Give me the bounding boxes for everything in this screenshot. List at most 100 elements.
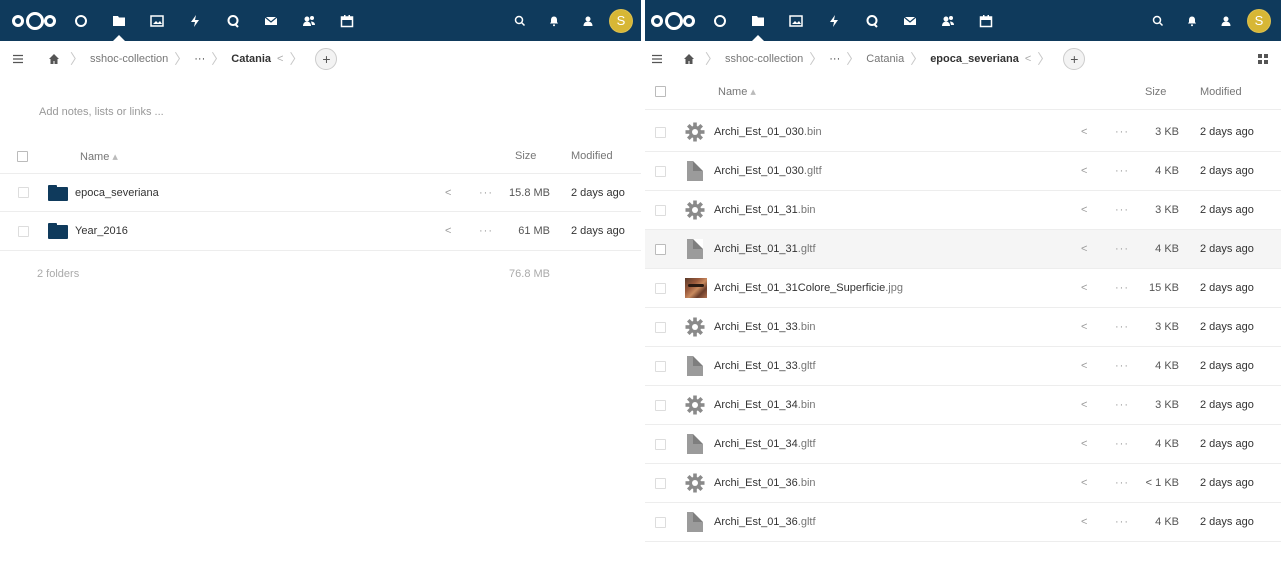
table-row[interactable]: Archi_Est_01_31.bin < ··· 3 KB 2 days ago — [645, 191, 1281, 230]
share-icon[interactable]: < — [1081, 165, 1087, 177]
row-checkbox[interactable] — [18, 225, 29, 237]
table-row[interactable]: Archi_Est_01_030.bin < ··· 3 KB 2 days ago — [645, 113, 1281, 152]
sort-by-name[interactable]: Name ▴ — [718, 85, 756, 98]
more-actions-icon[interactable]: ··· — [1115, 477, 1129, 489]
row-checkbox[interactable] — [655, 399, 666, 411]
table-row[interactable]: Archi_Est_01_36.bin < ··· < 1 KB 2 days ago — [645, 464, 1281, 503]
table-row[interactable]: Archi_Est_01_31.gltf < ··· 4 KB 2 days ago — [645, 230, 1281, 269]
table-row[interactable]: Archi_Est_01_34.bin < ··· 3 KB 2 days ago — [645, 386, 1281, 425]
share-icon[interactable]: < — [1081, 438, 1087, 450]
row-checkbox[interactable] — [655, 243, 666, 255]
activity-icon[interactable] — [815, 0, 853, 41]
file-name[interactable]: Archi_Est_01_34.bin — [714, 399, 816, 411]
calendar-icon[interactable] — [328, 0, 366, 41]
breadcrumb-sshoc-collection[interactable]: sshoc-collection — [90, 53, 168, 65]
home-icon[interactable] — [40, 53, 68, 65]
more-actions-icon[interactable]: ··· — [1115, 516, 1129, 528]
nextcloud-logo[interactable] — [651, 11, 695, 31]
search-icon[interactable] — [1141, 0, 1175, 41]
notifications-bell-icon[interactable] — [537, 0, 571, 41]
more-actions-icon[interactable]: ··· — [1115, 243, 1129, 255]
more-actions-icon[interactable]: ··· — [479, 225, 493, 237]
share-icon[interactable]: < — [445, 187, 451, 199]
file-name[interactable]: Archi_Est_01_36.bin — [714, 477, 816, 489]
talk-icon[interactable] — [853, 0, 891, 41]
more-actions-icon[interactable]: ··· — [1115, 204, 1129, 216]
row-checkbox[interactable] — [655, 438, 666, 450]
menu-hamburger-icon[interactable] — [645, 53, 671, 65]
share-icon[interactable]: < — [1081, 282, 1087, 294]
share-icon[interactable]: < — [1081, 204, 1087, 216]
table-row[interactable]: epoca_severiana < ··· 15.8 MB 2 days ago — [0, 173, 641, 212]
row-checkbox[interactable] — [655, 360, 666, 372]
sort-by-modified[interactable]: Modified — [571, 150, 613, 162]
file-name[interactable]: Archi_Est_01_33.gltf — [714, 360, 816, 372]
user-avatar[interactable]: S — [609, 8, 633, 33]
table-row[interactable]: Archi_Est_01_31Colore_Superficie.jpg < ···… — [645, 269, 1281, 308]
share-icon[interactable]: < — [1081, 126, 1087, 138]
sort-by-modified[interactable]: Modified — [1200, 86, 1242, 98]
file-name[interactable]: Archi_Est_01_31.bin — [714, 204, 816, 216]
share-icon[interactable]: < — [1081, 516, 1087, 528]
row-checkbox[interactable] — [655, 165, 666, 177]
contacts-icon[interactable] — [290, 0, 328, 41]
menu-hamburger-icon[interactable] — [4, 53, 32, 65]
file-name[interactable]: Archi_Est_01_31Colore_Superficie.jpg — [714, 282, 903, 294]
breadcrumb-catania[interactable]: Catania — [231, 53, 271, 65]
file-name[interactable]: Archi_Est_01_31.gltf — [714, 243, 816, 255]
select-all-checkbox[interactable] — [17, 150, 28, 162]
more-actions-icon[interactable]: ··· — [1115, 321, 1129, 333]
share-icon[interactable]: < — [277, 53, 283, 65]
nextcloud-logo[interactable] — [12, 11, 56, 31]
notifications-bell-icon[interactable] — [1175, 0, 1209, 41]
more-actions-icon[interactable]: ··· — [479, 187, 493, 199]
contacts-menu-icon[interactable] — [571, 0, 605, 41]
new-file-button[interactable]: + — [1063, 48, 1086, 70]
file-name[interactable]: Archi_Est_01_34.gltf — [714, 438, 816, 450]
share-icon[interactable]: < — [1081, 399, 1087, 411]
contacts-icon[interactable] — [929, 0, 967, 41]
photos-icon[interactable] — [138, 0, 176, 41]
more-actions-icon[interactable]: ··· — [1115, 282, 1129, 294]
mail-icon[interactable] — [252, 0, 290, 41]
row-checkbox[interactable] — [655, 204, 666, 216]
dashboard-icon[interactable] — [701, 0, 739, 41]
more-actions-icon[interactable]: ··· — [1115, 438, 1129, 450]
dashboard-icon[interactable] — [62, 0, 100, 41]
new-file-button[interactable]: + — [315, 48, 338, 70]
user-avatar[interactable]: S — [1247, 8, 1271, 33]
share-icon[interactable]: < — [1025, 53, 1031, 65]
talk-icon[interactable] — [214, 0, 252, 41]
share-icon[interactable]: < — [1081, 243, 1087, 255]
mail-icon[interactable] — [891, 0, 929, 41]
home-icon[interactable] — [675, 53, 703, 65]
breadcrumb-epoca-severiana[interactable]: epoca_severiana — [930, 53, 1019, 65]
table-row[interactable]: Archi_Est_01_030.gltf < ··· 4 KB 2 days ago — [645, 152, 1281, 191]
sort-by-name[interactable]: Name ▴ — [80, 150, 118, 163]
file-name[interactable]: Archi_Est_01_030.bin — [714, 126, 822, 138]
row-checkbox[interactable] — [655, 516, 666, 528]
breadcrumb-catania[interactable]: Catania — [866, 53, 904, 65]
files-icon[interactable] — [739, 0, 777, 41]
rich-workspace-notes[interactable]: Add notes, lists or links ... — [39, 106, 164, 118]
share-icon[interactable]: < — [445, 225, 451, 237]
more-actions-icon[interactable]: ··· — [1115, 126, 1129, 138]
contacts-menu-icon[interactable] — [1209, 0, 1243, 41]
file-name[interactable]: Archi_Est_01_030.gltf — [714, 165, 822, 177]
files-icon[interactable] — [100, 0, 138, 41]
calendar-icon[interactable] — [967, 0, 1005, 41]
share-icon[interactable]: < — [1081, 477, 1087, 489]
more-actions-icon[interactable]: ··· — [1115, 360, 1129, 372]
breadcrumb-more[interactable]: ··· — [194, 53, 205, 65]
file-name[interactable]: Archi_Est_01_36.gltf — [714, 516, 816, 528]
breadcrumb-more[interactable]: ··· — [829, 53, 840, 65]
row-checkbox[interactable] — [655, 477, 666, 489]
search-icon[interactable] — [503, 0, 537, 41]
row-checkbox[interactable] — [655, 321, 666, 333]
more-actions-icon[interactable]: ··· — [1115, 165, 1129, 177]
sort-by-size[interactable]: Size — [515, 150, 536, 162]
more-actions-icon[interactable]: ··· — [1115, 399, 1129, 411]
share-icon[interactable]: < — [1081, 321, 1087, 333]
grid-view-icon[interactable] — [1249, 53, 1277, 65]
share-icon[interactable]: < — [1081, 360, 1087, 372]
